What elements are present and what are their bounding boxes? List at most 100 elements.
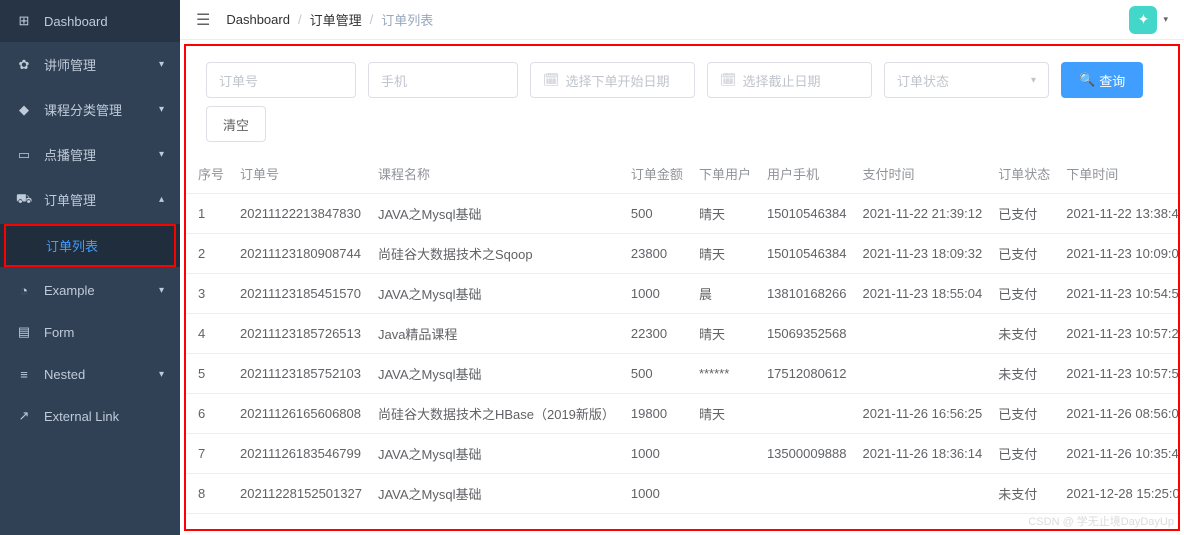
table-header-cell: 课程名称 — [370, 154, 623, 194]
chevron-down-icon: ▾ — [159, 104, 164, 115]
truck-icon: ⛟ — [16, 192, 32, 208]
placeholder: 手机 — [381, 71, 407, 90]
sidebar-item-label: 讲师管理 — [44, 55, 96, 74]
table-cell: 20211228152501327 — [232, 474, 370, 514]
topbar-right: ✦ ▾ — [1129, 6, 1168, 34]
calendar-icon: 🗓 — [720, 72, 737, 88]
table-cell: 22300 — [623, 314, 691, 354]
sidebar-item-nested[interactable]: ≡ Nested ▾ — [0, 353, 180, 395]
breadcrumb-sep: / — [370, 12, 374, 27]
table-cell — [854, 474, 990, 514]
table-cell: 1 — [186, 194, 232, 234]
table-cell: 已支付 — [990, 274, 1058, 314]
table-cell: 20211126165606808 — [232, 394, 370, 434]
gear-icon: ✿ — [16, 57, 32, 73]
breadcrumb-item[interactable]: Dashboard — [226, 12, 290, 27]
search-icon: 🔍 — [1079, 72, 1095, 88]
table-cell: 已支付 — [990, 234, 1058, 274]
table-row[interactable]: 220211123180908744尚硅谷大数据技术之Sqoop23800晴天1… — [186, 234, 1178, 274]
table-cell — [691, 474, 759, 514]
placeholder: 选择截止日期 — [743, 71, 821, 90]
table-cell: 1000 — [623, 474, 691, 514]
table-row[interactable]: 820211228152501327JAVA之Mysql基础1000未支付202… — [186, 474, 1178, 514]
breadcrumb-item[interactable]: 订单管理 — [310, 10, 362, 29]
table-cell — [759, 394, 855, 434]
sidebar-item-order-list[interactable]: 订单列表 — [6, 226, 174, 265]
calendar-icon: 🗓 — [543, 72, 560, 88]
table-row[interactable]: 320211123185451570JAVA之Mysql基础1000晨13810… — [186, 274, 1178, 314]
form-icon: ▤ — [16, 324, 32, 340]
placeholder: 订单状态 — [897, 71, 949, 90]
table-cell: 晴天 — [691, 314, 759, 354]
table-cell: 20211123185752103 — [232, 354, 370, 394]
sidebar-submenu-order: 订单列表 — [0, 224, 180, 267]
table-cell: 2021-11-23 18:55:04 — [854, 274, 990, 314]
phone-input[interactable]: 手机 — [368, 62, 518, 98]
table-cell: 2021-11-26 10:35:46 — [1058, 434, 1178, 474]
sidebar-item-label: 订单列表 — [46, 236, 98, 255]
table-row[interactable]: 620211126165606808尚硅谷大数据技术之HBase（2019新版）… — [186, 394, 1178, 434]
chevron-down-icon: ▾ — [159, 285, 164, 296]
sidebar: ⊞ Dashboard ✿ 讲师管理 ▾ ◆ 课程分类管理 ▾ ▭ 点播管理 ▾… — [0, 0, 180, 535]
breadcrumb-sep: / — [298, 12, 302, 27]
table-cell: 8 — [186, 474, 232, 514]
placeholder: 订单号 — [219, 71, 258, 90]
table-row[interactable]: 120211122213847830JAVA之Mysql基础500晴天15010… — [186, 194, 1178, 234]
table-cell: JAVA之Mysql基础 — [370, 474, 623, 514]
sidebar-item-dashboard[interactable]: ⊞ Dashboard — [0, 0, 180, 42]
sidebar-item-external[interactable]: ↗ External Link — [0, 395, 180, 437]
table-cell — [759, 474, 855, 514]
chevron-down-icon: ▾ — [159, 59, 164, 70]
sidebar-item-order[interactable]: ⛟ 订单管理 ▴ — [0, 177, 180, 222]
table-cell: 20211123180908744 — [232, 234, 370, 274]
table-cell: 尚硅谷大数据技术之Sqoop — [370, 234, 623, 274]
chevron-down-icon: ▾ — [159, 149, 164, 160]
sidebar-item-vod[interactable]: ▭ 点播管理 ▾ — [0, 132, 180, 177]
table-cell: JAVA之Mysql基础 — [370, 274, 623, 314]
table-cell: 4 — [186, 314, 232, 354]
table-cell: 19800 — [623, 394, 691, 434]
table-row[interactable]: 420211123185726513Java精品课程22300晴天1506935… — [186, 314, 1178, 354]
clear-button[interactable]: 清空 — [206, 106, 266, 142]
chevron-down-icon: ▾ — [1031, 75, 1036, 86]
table-body: 120211122213847830JAVA之Mysql基础500晴天15010… — [186, 194, 1178, 514]
table-wrap[interactable]: 序号订单号课程名称订单金额下单用户用户手机支付时间订单状态下单时间 120211… — [186, 154, 1178, 529]
sidebar-item-example[interactable]: ◔ Example ▾ — [0, 269, 180, 311]
table-row[interactable]: 520211123185752103JAVA之Mysql基础500******1… — [186, 354, 1178, 394]
sidebar-item-form[interactable]: ▤ Form — [0, 311, 180, 353]
caret-down-icon[interactable]: ▾ — [1163, 14, 1168, 25]
table-cell: 已支付 — [990, 394, 1058, 434]
table-header-cell: 用户手机 — [759, 154, 855, 194]
table-cell: 2021-11-22 21:39:12 — [854, 194, 990, 234]
search-button[interactable]: 🔍 查询 — [1061, 62, 1143, 98]
table-cell: 13810168266 — [759, 274, 855, 314]
chevron-up-icon: ▴ — [159, 194, 164, 205]
table-cell: 20211123185726513 — [232, 314, 370, 354]
table-cell: JAVA之Mysql基础 — [370, 194, 623, 234]
table-header-cell: 下单用户 — [691, 154, 759, 194]
filter-bar-2: 清空 — [186, 98, 1178, 154]
sidebar-item-teacher[interactable]: ✿ 讲师管理 ▾ — [0, 42, 180, 87]
table-cell: 晴天 — [691, 194, 759, 234]
status-select[interactable]: 订单状态 ▾ — [884, 62, 1049, 98]
button-label: 查询 — [1099, 71, 1125, 90]
external-link-icon: ↗ — [16, 408, 32, 424]
table-cell: 2021-11-23 10:09:08 — [1058, 234, 1178, 274]
category-icon: ◆ — [16, 102, 32, 118]
start-date-input[interactable]: 🗓 选择下单开始日期 — [530, 62, 695, 98]
table-cell: 未支付 — [990, 354, 1058, 394]
table-cell: 1000 — [623, 434, 691, 474]
table-cell: 晴天 — [691, 234, 759, 274]
table-cell: 晨 — [691, 274, 759, 314]
table-cell: 2021-11-23 10:57:52 — [1058, 354, 1178, 394]
breadcrumb-current: 订单列表 — [381, 10, 433, 29]
sidebar-item-category[interactable]: ◆ 课程分类管理 ▾ — [0, 87, 180, 132]
order-no-input[interactable]: 订单号 — [206, 62, 356, 98]
end-date-input[interactable]: 🗓 选择截止日期 — [707, 62, 872, 98]
sidebar-item-label: External Link — [44, 409, 119, 424]
table-row[interactable]: 720211126183546799JAVA之Mysql基础1000135000… — [186, 434, 1178, 474]
avatar[interactable]: ✦ — [1129, 6, 1157, 34]
table-cell: 2021-11-23 10:54:51 — [1058, 274, 1178, 314]
hamburger-icon[interactable]: ☰ — [196, 10, 210, 30]
table-cell: 1000 — [623, 274, 691, 314]
